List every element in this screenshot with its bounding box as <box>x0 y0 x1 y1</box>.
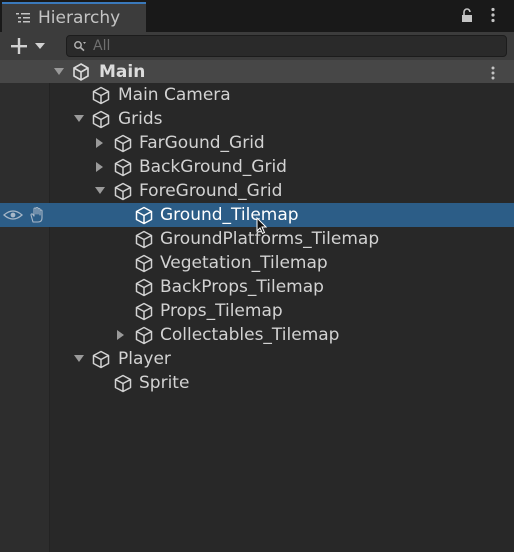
tree-item-label: Player <box>118 349 171 369</box>
tab-title: Hierarchy <box>38 8 121 28</box>
cube-icon <box>114 182 132 201</box>
lock-icon[interactable] <box>460 8 474 23</box>
expand-arrow-icon[interactable] <box>96 138 103 148</box>
tree-item-label: Grids <box>118 109 163 129</box>
tree-item-label: Collectables_Tilemap <box>160 325 340 345</box>
tree-item-label: ForeGround_Grid <box>139 181 283 201</box>
cube-icon <box>135 326 153 345</box>
tree-item-props-tilemap[interactable]: Props_Tilemap <box>0 299 514 323</box>
create-dropdown-button[interactable] <box>8 35 52 57</box>
tab-hierarchy[interactable]: Hierarchy <box>2 2 146 32</box>
plus-icon <box>11 38 27 54</box>
tree-item-label: Main Camera <box>118 85 231 105</box>
scene-name: Main <box>99 62 146 82</box>
cube-icon <box>135 302 153 321</box>
cube-icon <box>92 110 110 129</box>
cube-icon <box>114 134 132 153</box>
search-icon <box>74 41 86 52</box>
cube-icon <box>135 230 153 249</box>
tree-item-label: BackGround_Grid <box>139 157 287 177</box>
kebab-menu-icon[interactable] <box>490 7 496 23</box>
unity-scene-icon <box>73 63 89 81</box>
cube-icon <box>92 350 110 369</box>
cube-icon <box>114 374 132 393</box>
fold-arrow-icon[interactable] <box>74 355 84 362</box>
tree-item-backprops-tilemap[interactable]: BackProps_Tilemap <box>0 275 514 299</box>
tree-item-vegetation-tilemap[interactable]: Vegetation_Tilemap <box>0 251 514 275</box>
chevron-down-icon <box>35 43 45 49</box>
search-field[interactable] <box>66 35 507 57</box>
cube-icon <box>135 254 153 273</box>
hand-pickable-icon[interactable] <box>28 206 46 224</box>
tab-bar: Hierarchy <box>0 0 514 32</box>
tree-item-background-grid[interactable]: BackGround_Grid <box>0 155 514 179</box>
fold-arrow-icon[interactable] <box>74 115 84 122</box>
expand-arrow-icon[interactable] <box>96 162 103 172</box>
expand-arrow-icon[interactable] <box>117 330 124 340</box>
hierarchy-list-icon <box>16 13 30 23</box>
tree-item-label: Vegetation_Tilemap <box>160 253 328 273</box>
tree-item-label: Sprite <box>139 373 190 393</box>
tree-item-collectables-tilemap[interactable]: Collectables_Tilemap <box>0 323 514 347</box>
tree-item-label: BackProps_Tilemap <box>160 277 324 297</box>
tree-item-label: Ground_Tilemap <box>160 205 299 225</box>
tree-item-fargound-grid[interactable]: FarGound_Grid <box>0 131 514 155</box>
tree-item-foreground-grid[interactable]: ForeGround_Grid <box>0 179 514 203</box>
tree-item-main-camera[interactable]: Main Camera <box>0 83 514 107</box>
mouse-cursor-icon <box>256 217 268 235</box>
tree-item-label: Props_Tilemap <box>160 301 283 321</box>
tree-item-grids[interactable]: Grids <box>0 107 514 131</box>
tree-item-label: FarGound_Grid <box>139 133 265 153</box>
cube-icon <box>114 158 132 177</box>
tree-item-player[interactable]: Player <box>0 347 514 371</box>
fold-arrow-icon[interactable] <box>54 68 64 75</box>
scene-row-main[interactable]: Main <box>0 60 514 83</box>
eye-visibility-icon[interactable] <box>3 209 23 221</box>
fold-arrow-icon[interactable] <box>95 187 105 194</box>
scene-kebab-menu-icon[interactable] <box>490 66 496 80</box>
cube-icon <box>92 86 110 105</box>
cube-icon <box>135 278 153 297</box>
cube-icon <box>135 206 153 225</box>
search-input[interactable] <box>93 36 493 56</box>
tree-item-label: GroundPlatforms_Tilemap <box>160 229 380 249</box>
tree-item-sprite[interactable]: Sprite <box>0 371 514 395</box>
hierarchy-toolbar <box>0 32 514 60</box>
